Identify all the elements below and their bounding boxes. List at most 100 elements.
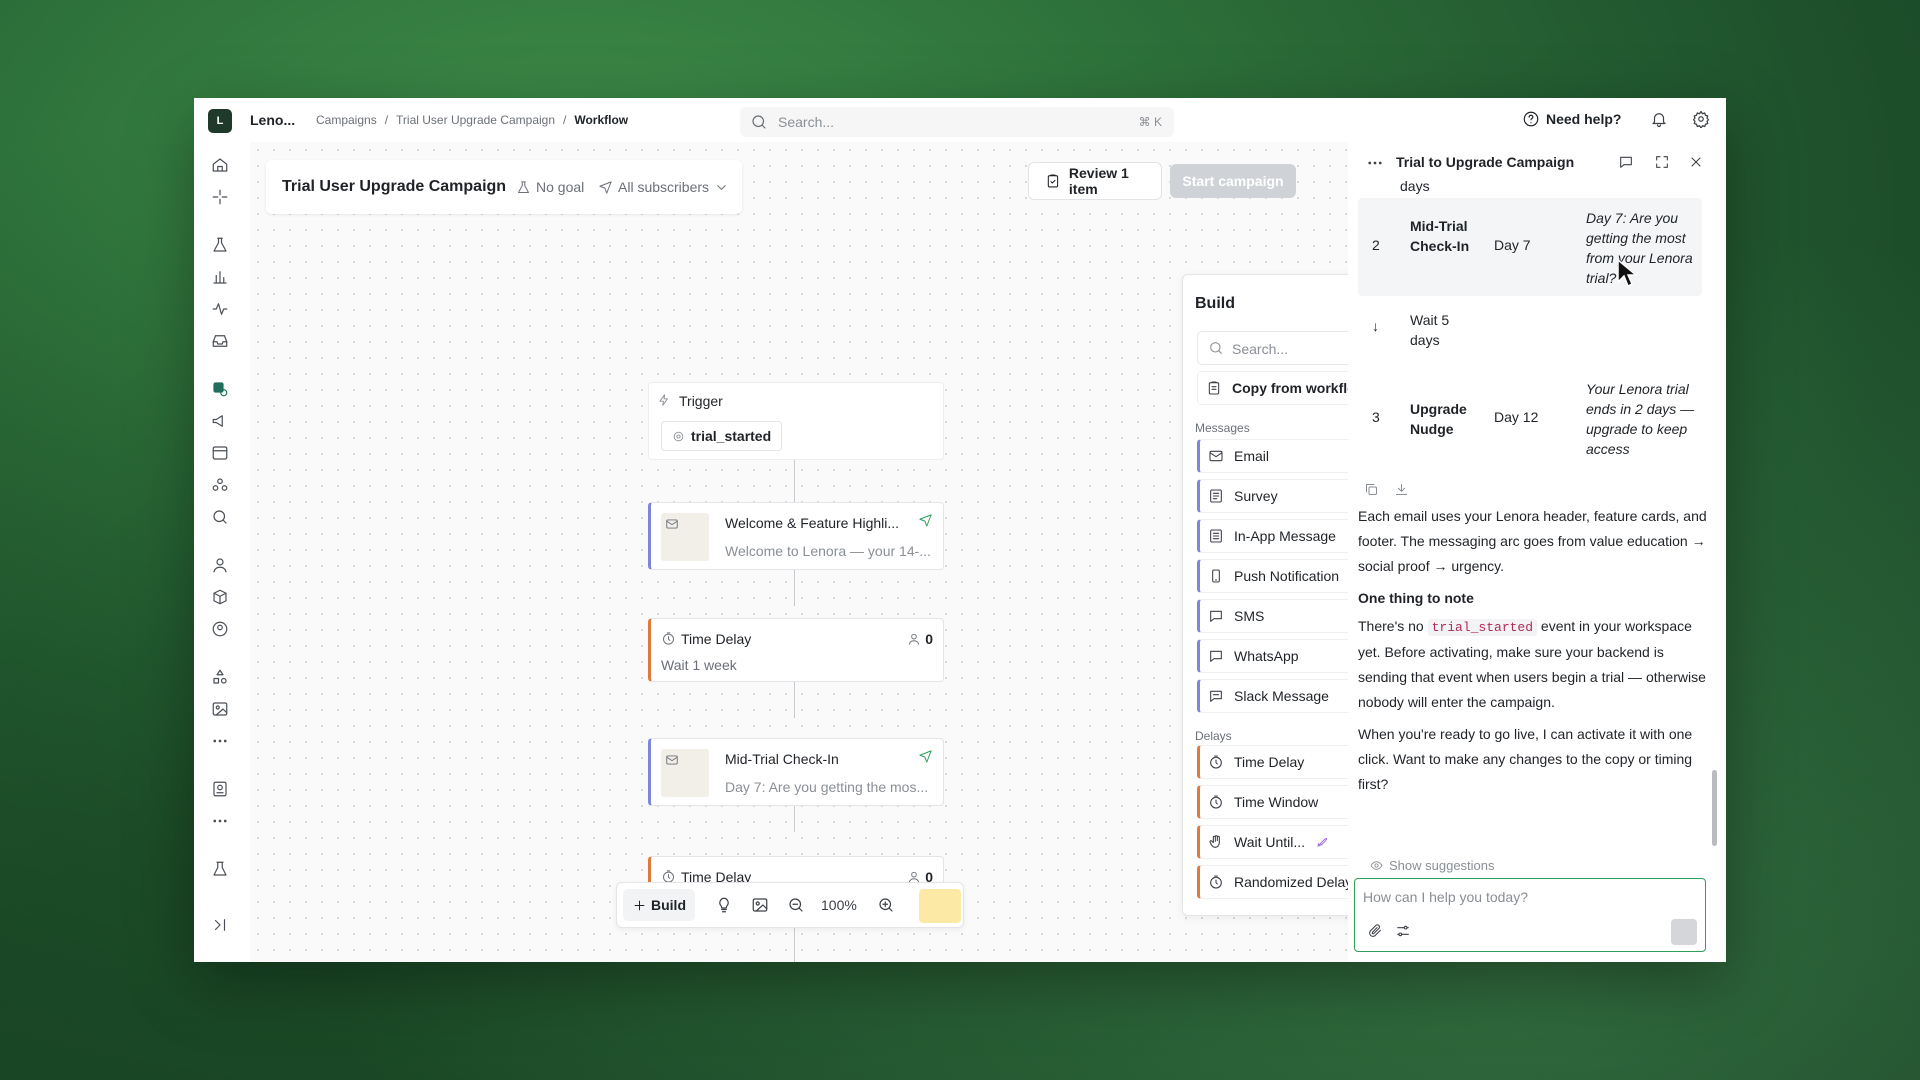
user-icon[interactable] [211, 556, 229, 574]
trigger-label: Trigger [679, 393, 723, 409]
workflow-canvas[interactable]: Trial User Upgrade Campaign No goal All … [250, 142, 1536, 962]
top-bar: L Leno... Campaigns / Trial User Upgrade… [194, 98, 1726, 142]
review-button[interactable]: Review 1 item [1028, 162, 1162, 200]
audience-selector[interactable]: All subscribers [598, 179, 729, 195]
build-item-label: Time Delay [1234, 754, 1305, 770]
inline-code: trial_started [1427, 619, 1538, 636]
event-icon [673, 431, 684, 441]
goal-label: No goal [536, 179, 585, 195]
scrollbar[interactable] [1712, 770, 1717, 846]
copy-icon[interactable] [1364, 482, 1379, 497]
comment-icon[interactable] [1618, 154, 1634, 170]
more-icon[interactable] [211, 732, 229, 750]
chat-bubble-icon [1210, 650, 1222, 662]
sms-icon [1210, 610, 1222, 622]
sliders-icon[interactable] [1395, 923, 1411, 939]
rocket-icon [1317, 838, 1328, 847]
paperclip-icon[interactable] [1367, 923, 1383, 939]
inbox-icon[interactable] [211, 332, 229, 350]
send-icon [919, 750, 932, 763]
mail-icon [1209, 450, 1223, 462]
app-window: L Leno... Campaigns / Trial User Upgrade… [194, 98, 1726, 962]
in-app-icon [1210, 529, 1222, 543]
chart-icon[interactable] [211, 268, 229, 286]
lightning-icon [659, 394, 668, 406]
schedule-row: 3 Upgrade Nudge Day 12 Your Lenora trial… [1358, 370, 1702, 470]
clipboard-check-icon [1047, 174, 1059, 188]
campaign-title[interactable]: Trial User Upgrade Campaign [282, 178, 506, 196]
build-item-label: Randomized Delay [1234, 874, 1353, 890]
zoom-out-icon[interactable] [787, 896, 805, 914]
copy-label: Copy from workflow [1232, 380, 1367, 396]
time-delay-node[interactable]: Time Delay 0 Wait 1 week [648, 618, 944, 682]
cube-icon[interactable] [211, 588, 229, 606]
collapse-sidebar-icon[interactable] [211, 916, 229, 934]
breadcrumb-current: Workflow [574, 113, 629, 127]
build-button[interactable]: Build [623, 889, 695, 921]
activity-icon[interactable] [211, 300, 229, 318]
global-search-input[interactable]: Search... ⌘ K [740, 107, 1174, 137]
build-item-label: Slack Message [1234, 688, 1329, 704]
search-icon[interactable] [211, 508, 229, 526]
more-icon[interactable] [1366, 154, 1384, 172]
clock-icon [1210, 755, 1222, 769]
expand-icon[interactable] [1654, 154, 1670, 170]
trigger-event-chip[interactable]: trial_started [661, 421, 783, 451]
contact-card-icon[interactable] [211, 780, 229, 798]
help-button[interactable]: Need help? [1522, 110, 1621, 128]
trigger-node[interactable]: Trigger trial_started [648, 382, 944, 460]
mail-icon [666, 755, 678, 765]
zoom-in-icon[interactable] [877, 896, 895, 914]
account-circle-icon[interactable] [211, 620, 229, 638]
goal-selector[interactable]: No goal [516, 179, 584, 195]
search-icon [752, 115, 766, 129]
build-panel-title: Build [1195, 295, 1235, 312]
build-item-label: In-App Message [1234, 528, 1336, 544]
messages-heading: Messages [1195, 421, 1250, 435]
build-item-label: Survey [1234, 488, 1278, 504]
sparkle-icon[interactable] [211, 188, 229, 206]
review-label: Review 1 item [1068, 165, 1129, 197]
workflow-icon[interactable] [211, 380, 229, 398]
assistant-message-paragraph: Each email uses your Lenora header, feat… [1358, 508, 1707, 574]
flask-icon [518, 180, 529, 193]
start-campaign-button[interactable]: Start campaign [1170, 164, 1296, 198]
more-icon[interactable] [211, 812, 229, 830]
send-button[interactable] [1671, 919, 1697, 945]
bell-icon[interactable] [1650, 110, 1668, 128]
flask-icon[interactable] [211, 236, 229, 254]
image-icon[interactable] [751, 896, 769, 914]
breadcrumb-campaign[interactable]: Trial User Upgrade Campaign [396, 113, 555, 127]
email-node[interactable]: Welcome & Feature Highli... Welcome to L… [648, 502, 944, 570]
send-icon [599, 180, 612, 194]
chat-input[interactable]: How can I help you today? [1354, 878, 1706, 952]
delay-count-value: 0 [925, 631, 933, 647]
download-icon[interactable] [1394, 482, 1409, 497]
breadcrumb-separator: / [563, 113, 567, 127]
email-node[interactable]: Mid-Trial Check-In Day 7: Are you gettin… [648, 738, 944, 806]
lightbulb-icon[interactable] [715, 896, 733, 914]
beaker-icon[interactable] [211, 860, 229, 878]
canvas-toolbar: Build 100% [616, 882, 964, 928]
home-icon[interactable] [211, 156, 229, 174]
show-suggestions-button[interactable]: Show suggestions [1370, 858, 1495, 873]
phone-icon [1212, 569, 1220, 583]
build-item-label: Wait Until... [1234, 834, 1306, 850]
workspace-name[interactable]: Leno... [250, 112, 295, 128]
gear-icon[interactable] [1692, 110, 1710, 128]
shapes-icon[interactable] [211, 668, 229, 686]
clipboard-icon [1208, 381, 1220, 395]
row-day: Day 12 [1494, 409, 1539, 425]
email-thumbnail [661, 749, 709, 797]
people-group-icon[interactable] [211, 476, 229, 494]
app-logo[interactable]: L [208, 109, 232, 133]
build-item-label: Time Window [1234, 794, 1319, 810]
megaphone-icon[interactable] [211, 412, 229, 430]
browser-icon[interactable] [211, 444, 229, 462]
breadcrumb-campaigns[interactable]: Campaigns [316, 113, 377, 127]
clock-icon [1210, 875, 1222, 889]
close-icon[interactable] [1688, 154, 1704, 170]
image-icon[interactable] [211, 700, 229, 718]
email-thumbnail [661, 513, 709, 561]
sticky-note-button[interactable] [919, 889, 961, 923]
